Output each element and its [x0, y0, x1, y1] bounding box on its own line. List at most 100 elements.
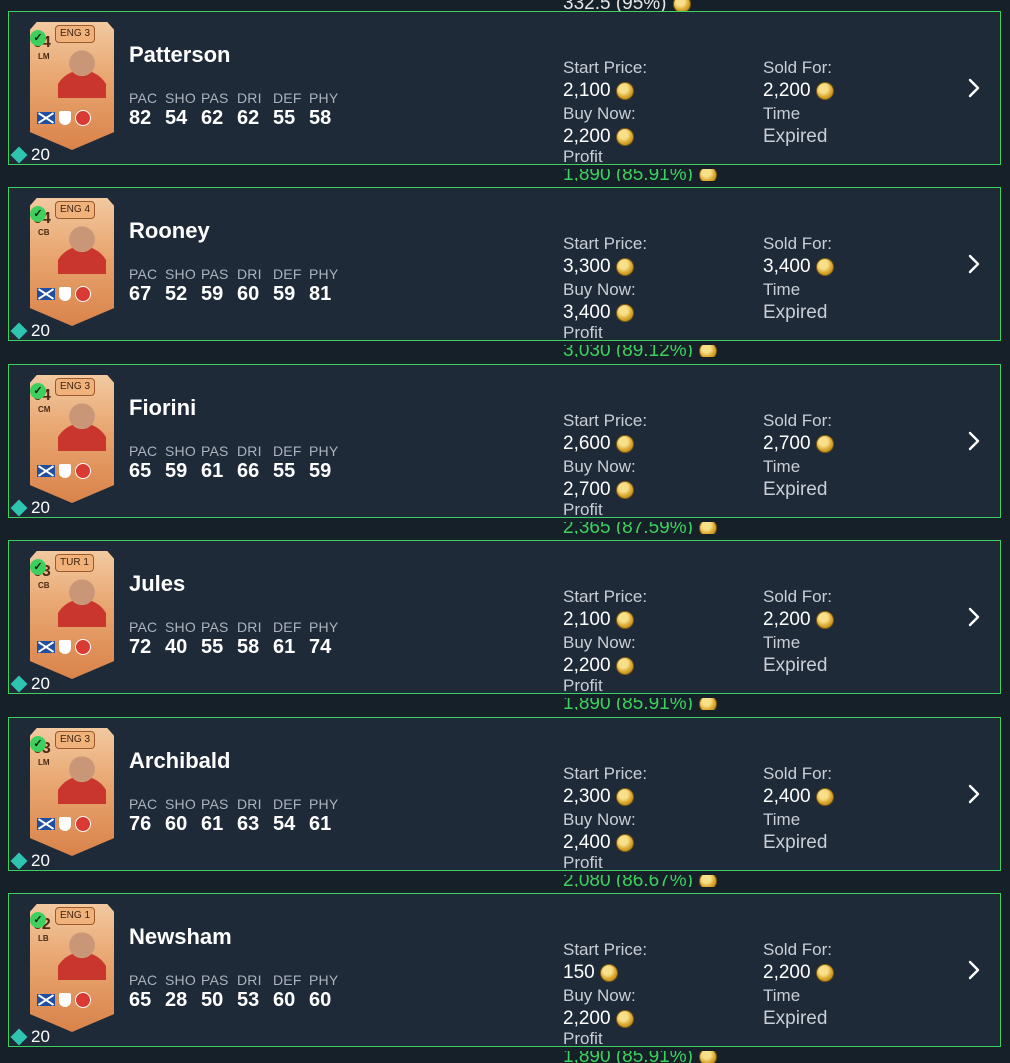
- flag-icon: [37, 288, 55, 300]
- stat-label: PAC: [129, 443, 158, 459]
- buy-now-label: Buy Now:: [563, 810, 636, 829]
- player-position: LM: [38, 52, 50, 61]
- stat-label: PAS: [201, 266, 229, 282]
- stat-def: DEF 59: [273, 266, 309, 306]
- league-badge-icon: [59, 287, 71, 301]
- check-icon: ✓: [30, 383, 46, 399]
- coin-icon: [615, 1009, 634, 1028]
- chevron-right-icon[interactable]: [964, 250, 984, 278]
- check-icon: ✓: [30, 206, 46, 222]
- chevron-right-icon[interactable]: [964, 780, 984, 808]
- start-price-label: Start Price:: [563, 587, 648, 606]
- transfer-list-item[interactable]: 64CM✓ENG 320FioriniPAC65SHO59PAS61DRI66D…: [8, 364, 1001, 534]
- stat-phy: PHY 60: [309, 972, 345, 1012]
- start-price-label: Start Price:: [563, 940, 648, 959]
- stat-pac: PAC 67: [129, 266, 165, 306]
- chemistry-value: 20: [31, 498, 50, 517]
- price-info: Start Price: 2,600 Buy Now: 2,700: [563, 409, 647, 501]
- coin-icon: [698, 522, 717, 534]
- sale-info: Sold For: 2,200 Time Expired: [763, 56, 834, 148]
- chemistry-value: 20: [31, 851, 50, 870]
- stat-value: 66: [237, 460, 260, 482]
- stat-label: PAC: [129, 972, 158, 988]
- stat-label: DEF: [273, 619, 302, 635]
- player-stats: PAC 82 SHO 54 PAS 62 DRI 62 DEF 55 PHY 58: [129, 90, 345, 130]
- stat-value: 72: [129, 636, 152, 658]
- league-badge-icon: [59, 464, 71, 478]
- start-price-label: Start Price:: [563, 764, 648, 783]
- stat-pac: PAC 72: [129, 619, 165, 659]
- chevron-right-icon[interactable]: [964, 74, 984, 102]
- check-icon: ✓: [30, 912, 46, 928]
- stat-value: 59: [309, 460, 332, 482]
- league-tag: ENG 3: [55, 25, 96, 43]
- chemistry: 20: [10, 145, 50, 165]
- buy-now-amount: 2,700: [563, 479, 611, 500]
- sale-info: Sold For: 2,200 Time Expired: [763, 938, 834, 1030]
- stat-value: 65: [129, 989, 152, 1011]
- stat-def: DEF 54: [273, 796, 309, 836]
- stat-label: SHO: [165, 796, 196, 812]
- chemistry-value: 20: [31, 321, 50, 340]
- flag-icon: [37, 465, 55, 477]
- club-badge-icon: [75, 992, 91, 1008]
- transfer-list-item[interactable]: 63LM✓ENG 320ArchibaldPAC76SHO60PAS61DRI6…: [8, 717, 1001, 887]
- profit-amount: 3,030 (89.12%): [563, 345, 693, 357]
- transfer-list-item[interactable]: 63CB✓TUR 120JulesPAC72SHO40PAS55DRI58DEF…: [8, 540, 1001, 710]
- profit-value: 1,890 (85.91%): [563, 698, 717, 710]
- chevron-right-icon[interactable]: [964, 603, 984, 631]
- sold-for-value: 2,400: [763, 785, 834, 808]
- stat-label: DEF: [273, 443, 302, 459]
- transfer-list-item[interactable]: 64CB✓ENG 420RooneyPAC67SHO52PAS59DRI60DE…: [8, 187, 1001, 357]
- stat-value: 62: [237, 107, 260, 129]
- sold-for-amount: 2,700: [763, 433, 811, 454]
- chevron-right-icon[interactable]: [964, 956, 984, 984]
- transfer-list-item[interactable]: 62LB✓ENG 120NewshamPAC65SHO28PAS50DRI53D…: [8, 893, 1001, 1063]
- transfer-list: 64LM✓ENG 320PattersonPAC82SHO54PAS62DRI6…: [0, 0, 1010, 1063]
- sold-for-label: Sold For:: [763, 411, 832, 430]
- time-status: Expired: [763, 655, 828, 676]
- coin-icon: [815, 434, 834, 453]
- stat-pas: PAS 55: [201, 619, 237, 659]
- stat-value: 65: [129, 460, 152, 482]
- start-price-value: 150: [563, 961, 647, 984]
- start-price-value: 2,100: [563, 608, 647, 631]
- club-badge-icon: [75, 286, 91, 302]
- start-price-amount: 2,100: [563, 609, 611, 630]
- coin-icon: [815, 81, 834, 100]
- stat-label: DRI: [237, 796, 262, 812]
- stat-value: 58: [237, 636, 260, 658]
- coin-icon: [615, 127, 634, 146]
- stat-dri: DRI 60: [237, 266, 273, 306]
- sold-for-label: Sold For:: [763, 940, 832, 959]
- league-badge-icon: [59, 817, 71, 831]
- stat-value: 50: [201, 989, 224, 1011]
- club-badge-icon: [75, 816, 91, 832]
- stat-pac: PAC 65: [129, 443, 165, 483]
- card-badges: [37, 463, 91, 479]
- stat-label: PAS: [201, 90, 229, 106]
- time-label: Time: [763, 986, 801, 1005]
- start-price-amount: 2,100: [563, 80, 611, 101]
- chevron-right-icon[interactable]: [964, 427, 984, 455]
- stat-label: PHY: [309, 266, 339, 282]
- profit-label: Profit: [563, 677, 603, 695]
- stat-label: DRI: [237, 972, 262, 988]
- stat-phy: PHY 61: [309, 796, 345, 836]
- player-photo: [58, 395, 106, 451]
- check-icon: ✓: [30, 736, 46, 752]
- start-price-value: 2,600: [563, 432, 647, 455]
- sold-for-amount: 2,200: [763, 609, 811, 630]
- sold-for-value: 2,200: [763, 608, 834, 631]
- sold-for-label: Sold For:: [763, 234, 832, 253]
- player-position: LM: [38, 758, 50, 767]
- stat-label: DRI: [237, 90, 262, 106]
- stat-value: 40: [165, 636, 188, 658]
- stat-value: 52: [165, 283, 188, 305]
- transfer-list-item[interactable]: 64LM✓ENG 320PattersonPAC82SHO54PAS62DRI6…: [8, 11, 1001, 181]
- coin-icon: [615, 257, 634, 276]
- stat-pac: PAC 65: [129, 972, 165, 1012]
- player-name: Fiorini: [129, 395, 197, 420]
- sold-for-amount: 2,200: [763, 962, 811, 983]
- flag-icon: [37, 112, 55, 124]
